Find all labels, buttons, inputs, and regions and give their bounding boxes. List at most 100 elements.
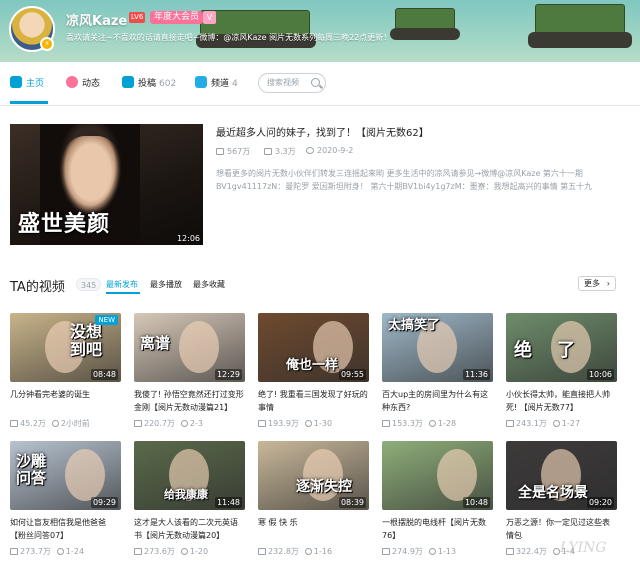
- user-sign: 喜欢请关注~不喜欢的话请直接走吧~微博：@凉风Kaze 阅片无数系列每周三晚22…: [66, 33, 392, 42]
- video-card[interactable]: 10:48 一根摆脱的电线杆【阅片无数76】 274.9万 1-13: [382, 441, 493, 557]
- video-time: 2小时前: [60, 419, 90, 428]
- play-icon: [382, 420, 390, 427]
- thumbnail-caption: 全是名场景: [518, 485, 588, 501]
- clock-icon: [304, 420, 312, 427]
- video-plays: 273.7万: [20, 547, 51, 556]
- clock-icon: [51, 420, 59, 427]
- play-icon: [258, 548, 266, 555]
- section-count: 345: [76, 278, 102, 291]
- vip-badge[interactable]: 年度大会员: [150, 11, 204, 24]
- verified-badge-icon: ⚡: [40, 37, 54, 51]
- play-icon: [134, 548, 142, 555]
- video-card[interactable]: 给我康康 11:48 这才是大人该看的二次元英语书【阅片无数动漫篇20】 273.6万…: [134, 441, 245, 557]
- video-thumbnail[interactable]: 10:48: [382, 441, 493, 510]
- tab-upload[interactable]: 投稿 602: [122, 76, 176, 92]
- comments-text: 3.3万: [275, 147, 296, 156]
- featured-duration: 12:06: [176, 234, 200, 243]
- thumbnail-caption: 俺也一样: [286, 358, 339, 373]
- tab-label: 频道: [211, 79, 230, 89]
- video-title[interactable]: 寒 假 快 乐: [258, 516, 369, 542]
- thumbnail-caption: 绝 了: [514, 340, 576, 361]
- username: 凉风Kaze: [66, 14, 128, 29]
- video-plays: 232.8万: [268, 547, 299, 556]
- video-card[interactable]: 沙雕 问答 09:29 如何让盲友相信我是他爸爸【粉丝问答07】 273.7万 1-24: [10, 441, 121, 557]
- tab-count: 602: [159, 79, 177, 89]
- clock-icon: [552, 548, 560, 555]
- video-title[interactable]: 这才是大人该看的二次元英语书【阅片无数动漫篇20】: [134, 516, 245, 542]
- banner-tank-art: [395, 8, 455, 30]
- tab-label: 投稿: [138, 79, 157, 89]
- video-thumbnail[interactable]: 离谱 12:29: [134, 313, 245, 382]
- search-placeholder: 搜索视频: [267, 78, 299, 87]
- video-duration: 09:20: [586, 497, 614, 508]
- video-thumbnail[interactable]: 全是名场景 09:20: [506, 441, 617, 510]
- video-title[interactable]: 百大up主的房间里为什么有这种东西?: [382, 388, 493, 414]
- video-title[interactable]: 一根摆脱的电线杆【阅片无数76】: [382, 516, 493, 542]
- sort-most-favorited[interactable]: 最多收藏: [193, 279, 225, 290]
- new-badge: NEW: [95, 315, 118, 325]
- video-meta: 232.8万 1-16: [258, 546, 369, 557]
- video-thumbnail[interactable]: 绝 了 10:06: [506, 313, 617, 382]
- video-time: 1-24: [65, 547, 85, 556]
- video-card[interactable]: 离谱 12:29 我傻了! 孙悟空竟然还打过变形金刚【阅片无数动漫篇21】 220.7…: [134, 313, 245, 429]
- play-icon: [382, 548, 390, 555]
- more-button[interactable]: 更多: [578, 276, 616, 291]
- tab-channel[interactable]: 频道 4: [195, 76, 238, 92]
- video-title[interactable]: 我傻了! 孙悟空竟然还打过变形金刚【阅片无数动漫篇21】: [134, 388, 245, 414]
- video-card[interactable]: 逐渐失控 08:39 寒 假 快 乐 232.8万 1-16: [258, 441, 369, 557]
- thumbnail-caption: 离谱: [140, 334, 171, 352]
- video-duration: 09:29: [90, 497, 118, 508]
- tab-home[interactable]: 主页: [10, 76, 44, 92]
- thumbnail-caption: 没想 到吧: [70, 322, 103, 360]
- play-icon: [10, 548, 18, 555]
- sort-latest[interactable]: 最新发布: [106, 279, 138, 290]
- video-thumbnail[interactable]: 太搞笑了 11:36: [382, 313, 493, 382]
- clock-icon: [428, 420, 436, 427]
- video-duration: 11:48: [214, 497, 242, 508]
- video-meta: 45.2万 2小时前: [10, 418, 121, 429]
- video-time: 1-30: [313, 419, 333, 428]
- tab-label: 动态: [82, 79, 101, 89]
- video-card[interactable]: 绝 了 10:06 小伙长得太帅，能直接把人帅死! 【阅片无数77】 243.1万 1-…: [506, 313, 617, 429]
- featured-desc-line: 想看更多的阅片无数小伙伴们转发三连摇起来哟 更多生活中的凉风请参见→微博@凉风K…: [216, 169, 583, 178]
- thumbnail-caption: 逐渐失控: [296, 479, 352, 495]
- search-icon[interactable]: [311, 78, 320, 87]
- video-plays: 45.2万: [20, 419, 46, 428]
- active-tab-indicator: [10, 101, 48, 104]
- featured-title[interactable]: 最近超多人问的妹子，找到了！【阅片无数62】: [216, 124, 429, 139]
- video-duration: 10:06: [586, 369, 614, 380]
- video-plays: 274.9万: [392, 547, 423, 556]
- search-input[interactable]: 搜索视频: [258, 73, 326, 93]
- video-thumbnail[interactable]: 逐渐失控 08:39: [258, 441, 369, 510]
- video-title[interactable]: 绝了! 我重看三国发现了好玩的事情: [258, 388, 369, 414]
- video-duration: 11:36: [462, 369, 490, 380]
- featured-desc-line: BV1gv41117zN：曼陀罗 爱因斯坦附身！ 第六十期BV1bi4y1g7z…: [216, 182, 593, 191]
- video-title[interactable]: 小伙长得太帅，能直接把人帅死! 【阅片无数77】: [506, 388, 617, 414]
- video-thumbnail[interactable]: 没想 到吧 NEW 08:48: [10, 313, 121, 382]
- video-thumbnail[interactable]: 沙雕 问答 09:29: [10, 441, 121, 510]
- video-plays: 322.4万: [516, 547, 547, 556]
- video-title[interactable]: 万恶之源！你一定见过这些表情包: [506, 516, 617, 542]
- video-card[interactable]: 太搞笑了 11:36 百大up主的房间里为什么有这种东西? 153.3万 1-28: [382, 313, 493, 429]
- tab-dynamic[interactable]: 动态: [66, 76, 100, 92]
- thumbnail-figure: [179, 321, 219, 373]
- video-thumbnail[interactable]: 给我康康 11:48: [134, 441, 245, 510]
- video-title[interactable]: 如何让盲友相信我是他爸爸【粉丝问答07】: [10, 516, 121, 542]
- vip-icon: V: [203, 11, 216, 24]
- video-thumbnail[interactable]: 俺也一样 09:55: [258, 313, 369, 382]
- thumbnail-caption: 沙雕 问答: [16, 452, 47, 488]
- video-title[interactable]: 几分钟看完老婆的诞生: [10, 388, 121, 414]
- tab-label: 主页: [26, 79, 45, 89]
- video-card[interactable]: 没想 到吧 NEW 08:48 几分钟看完老婆的诞生 45.2万 2小时前: [10, 313, 121, 429]
- level-badge: LV6: [129, 12, 146, 23]
- video-time: 1-13: [437, 547, 457, 556]
- clock-icon: [552, 420, 560, 427]
- clock-icon: [306, 147, 314, 154]
- home-icon: [10, 76, 22, 88]
- clock-icon: [304, 548, 312, 555]
- video-card[interactable]: 俺也一样 09:55 绝了! 我重看三国发现了好玩的事情 193.9万 1-30: [258, 313, 369, 429]
- video-plays: 243.1万: [516, 419, 547, 428]
- featured-video-thumbnail[interactable]: 盛世美颜 12:06: [10, 124, 203, 245]
- sort-most-played[interactable]: 最多播放: [150, 279, 182, 290]
- play-icon: [506, 420, 514, 427]
